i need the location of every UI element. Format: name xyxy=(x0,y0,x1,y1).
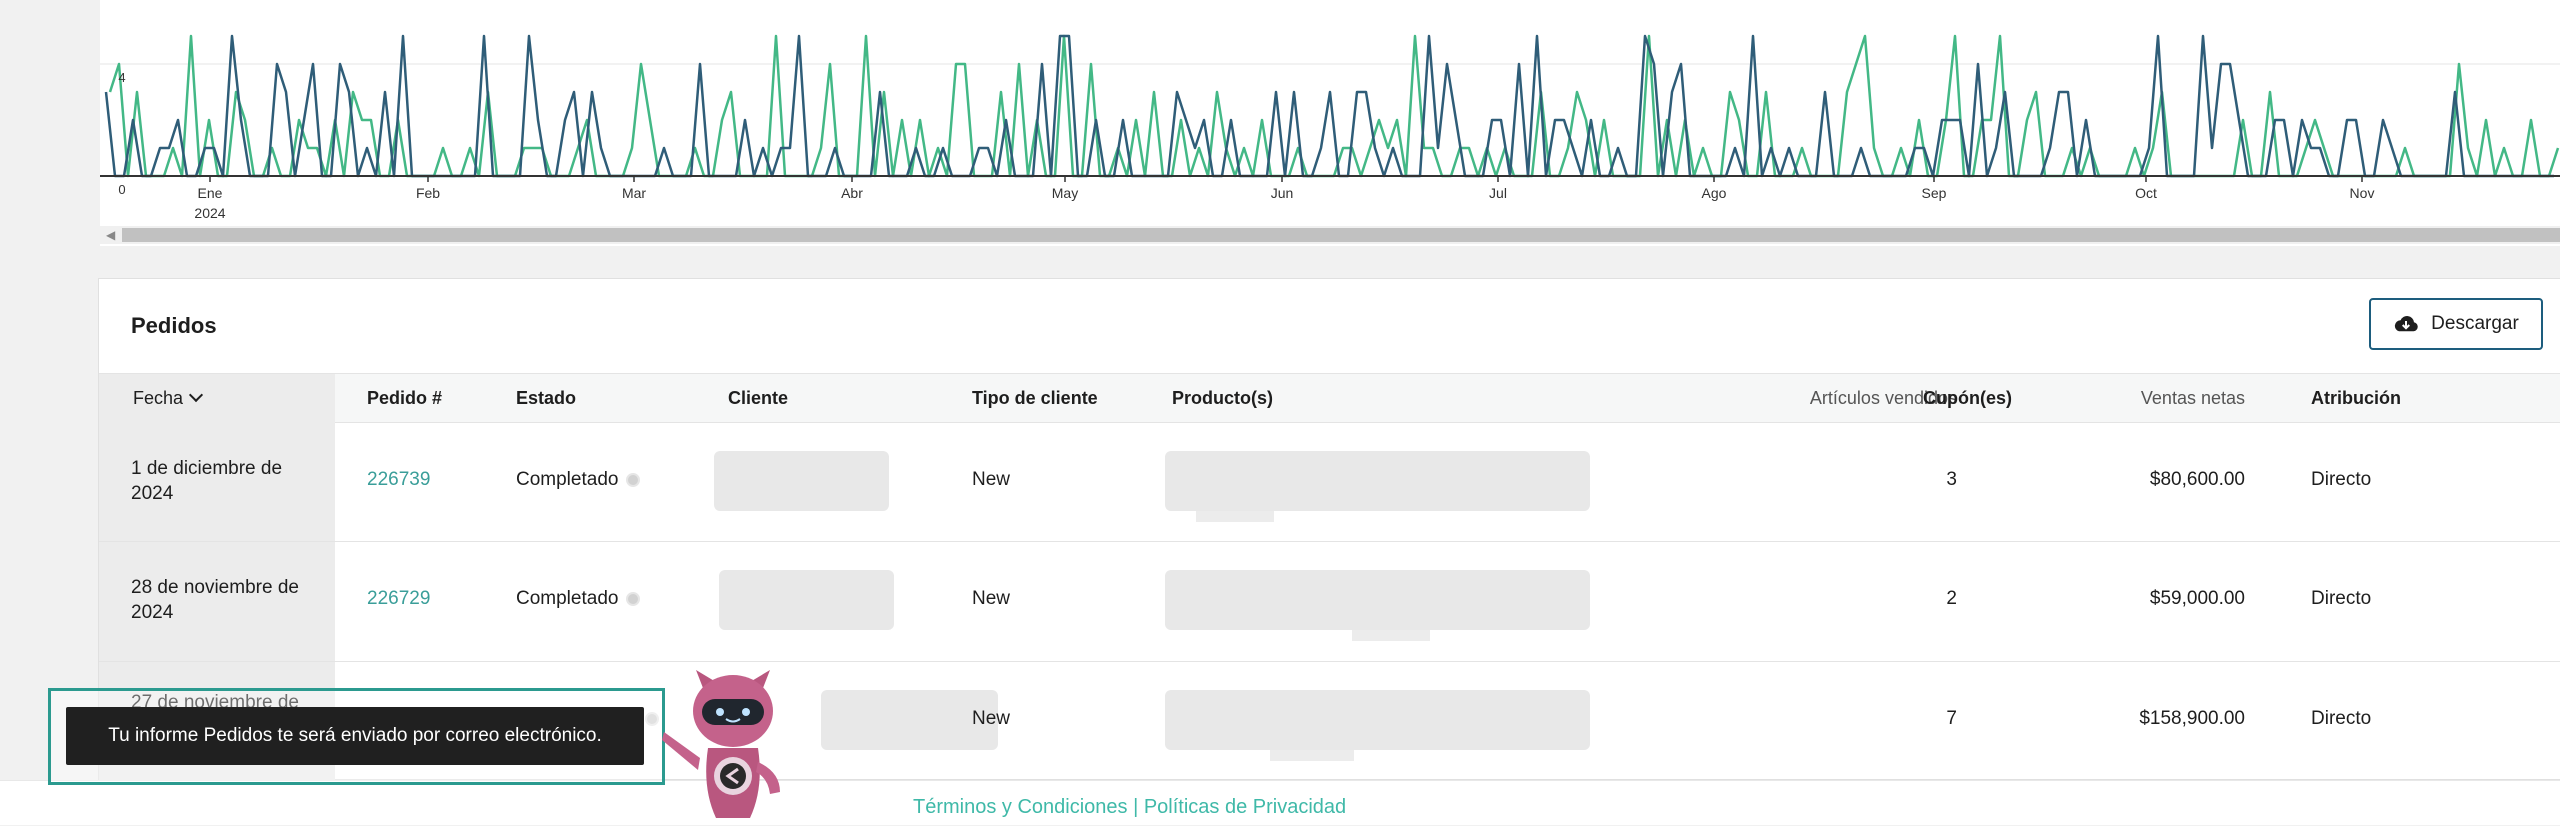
chevron-down-icon xyxy=(188,387,204,403)
products-placeholder-tab xyxy=(1352,630,1430,641)
column-header-date[interactable]: Fecha xyxy=(99,374,335,422)
column-header-products: Producto(s) xyxy=(1172,388,1273,408)
x-year-label: 2024 xyxy=(194,205,225,221)
robot-mascot-icon xyxy=(662,670,780,818)
footer-legal-links[interactable]: Términos y Condiciones | Políticas de Pr… xyxy=(913,796,1346,819)
x-tick-label: Jul xyxy=(1489,185,1507,201)
orders-table-header: Fecha Pedido # Estado Cliente Tipo de cl… xyxy=(99,373,2560,423)
order-link[interactable]: 226729 xyxy=(367,588,430,609)
column-header-status: Estado xyxy=(516,388,577,408)
attribution: Directo xyxy=(2311,469,2372,490)
x-tick-label: Feb xyxy=(416,185,440,201)
status-label: Completado xyxy=(516,469,619,490)
x-tick-label: Ago xyxy=(1702,185,1727,201)
column-header-order[interactable]: Pedido # xyxy=(367,374,442,422)
toast-message: Tu informe Pedidos te será enviado por c… xyxy=(66,707,644,765)
column-header-net-sales[interactable]: Ventas netas xyxy=(2099,374,2245,422)
order-status: Completado xyxy=(516,588,641,610)
x-tick-label: Sep xyxy=(1922,185,1947,201)
order-link[interactable]: 226739 xyxy=(367,469,430,490)
cloud-download-icon xyxy=(2395,316,2418,332)
download-button[interactable]: Descargar xyxy=(2369,298,2543,350)
order-status: Completado xyxy=(516,469,641,491)
orders-title: Pedidos xyxy=(131,313,217,338)
net-sales: $80,600.00 xyxy=(2149,469,2245,490)
x-tick-label: Ene xyxy=(198,185,223,201)
orders-chart: 0 4 Ene Feb Mar Abr May Jun Jul Ago Sep Oct Nov 2024 xyxy=(100,0,2560,246)
table-row: 1 de diciembre de 2024 226739 Completado… xyxy=(99,422,2560,542)
chart-scrollbar[interactable]: ◀ xyxy=(100,226,2560,244)
y-tick-label: 4 xyxy=(118,70,125,85)
order-date: 28 de noviembre de 2024 xyxy=(131,577,299,623)
x-tick-label: Jun xyxy=(1271,185,1294,201)
order-date: 1 de diciembre de 2024 xyxy=(131,458,283,504)
x-tick-label: Nov xyxy=(2350,185,2375,201)
customer-type: New xyxy=(972,588,1011,609)
x-tick-label: May xyxy=(1052,185,1078,201)
status-indicator xyxy=(626,473,641,487)
items-sold: 3 xyxy=(1946,469,1957,490)
products-placeholder xyxy=(1165,690,1590,750)
customer-placeholder xyxy=(714,451,889,511)
customer-type: New xyxy=(972,708,1011,729)
orders-line-chart: 0 4 Ene Feb Mar Abr May Jun Jul Ago Sep Oct Nov 2024 xyxy=(100,34,2560,221)
x-tick-label: Oct xyxy=(2135,185,2157,201)
attribution: Directo xyxy=(2311,708,2372,729)
products-placeholder xyxy=(1165,570,1590,630)
net-sales: $59,000.00 xyxy=(2149,588,2245,609)
y-tick-label: 0 xyxy=(118,182,125,197)
column-header-coupons: Cupón(es) xyxy=(1923,388,2012,408)
column-header-customer: Cliente xyxy=(728,388,789,408)
scroll-left-icon[interactable]: ◀ xyxy=(106,229,115,241)
items-sold: 7 xyxy=(1946,708,1957,729)
column-header-customer-type: Tipo de cliente xyxy=(972,388,1098,408)
column-header-date-label: Fecha xyxy=(133,388,184,408)
column-header-attribution: Atribución xyxy=(2311,388,2401,408)
net-sales: $158,900.00 xyxy=(2139,708,2245,729)
customer-type: New xyxy=(972,469,1011,490)
footer: Términos y Condiciones | Políticas de Pr… xyxy=(0,780,2560,825)
status-indicator xyxy=(626,592,641,606)
products-placeholder xyxy=(1165,451,1590,511)
column-header-items-sold[interactable]: Artículos vendidos xyxy=(1692,374,1957,422)
x-tick-label: Abr xyxy=(841,185,863,201)
customer-placeholder xyxy=(719,570,894,630)
download-label: Descargar xyxy=(2431,313,2519,334)
products-placeholder-tab xyxy=(1270,750,1354,761)
x-tick-label: Mar xyxy=(622,185,646,201)
products-placeholder-tab xyxy=(1196,511,1274,522)
attribution: Directo xyxy=(2311,588,2372,609)
items-sold: 2 xyxy=(1946,588,1957,609)
status-label: Completado xyxy=(516,588,619,609)
chart-scrollbar-thumb[interactable] xyxy=(122,228,2560,242)
table-row: 28 de noviembre de 2024 226729 Completad… xyxy=(99,542,2560,662)
